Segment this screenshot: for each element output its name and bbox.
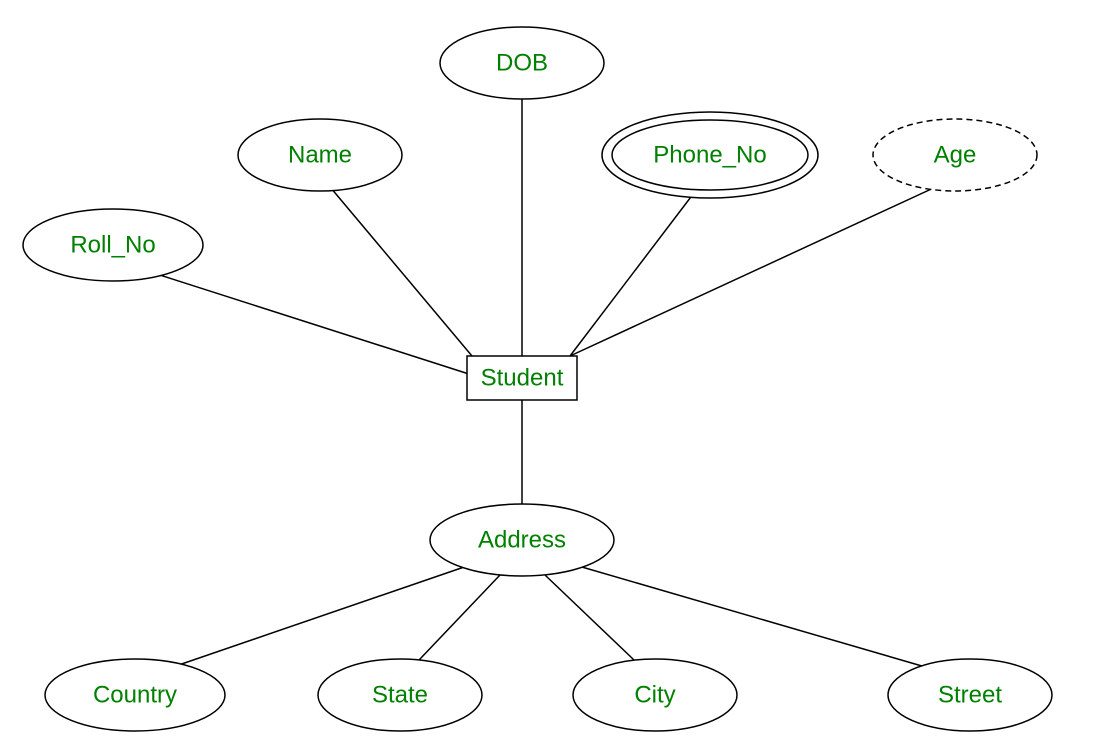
attr-state: State (318, 659, 482, 731)
attr-dob: DOB (440, 27, 604, 99)
attr-name: Name (238, 119, 402, 191)
entity-student-label: Student (481, 364, 564, 391)
edge-student-phone (570, 185, 700, 356)
attr-address: Address (430, 504, 614, 576)
er-diagram: Student DOB Name Phone_No Age Roll_No Ad… (0, 0, 1112, 753)
attr-street: Street (888, 659, 1052, 731)
attr-state-label: State (372, 681, 428, 708)
attr-street-label: Street (938, 681, 1002, 708)
attr-age: Age (873, 119, 1037, 191)
attr-country: Country (45, 659, 225, 731)
attr-name-label: Name (288, 141, 352, 168)
entity-student: Student (467, 356, 577, 400)
attr-address-label: Address (478, 526, 566, 553)
edge-student-name (320, 175, 472, 356)
attr-roll-no: Roll_No (23, 209, 203, 281)
attr-phone-no-label: Phone_No (653, 141, 766, 168)
attr-city-label: City (634, 681, 675, 708)
attr-dob-label: DOB (496, 49, 548, 76)
edge-student-age (570, 185, 940, 356)
attr-phone-no: Phone_No (602, 112, 818, 198)
attr-age-label: Age (934, 141, 977, 168)
attr-roll-no-label: Roll_No (70, 231, 155, 258)
attr-city: City (573, 659, 737, 731)
edge-student-rollno (113, 260, 472, 375)
attr-country-label: Country (93, 681, 177, 708)
